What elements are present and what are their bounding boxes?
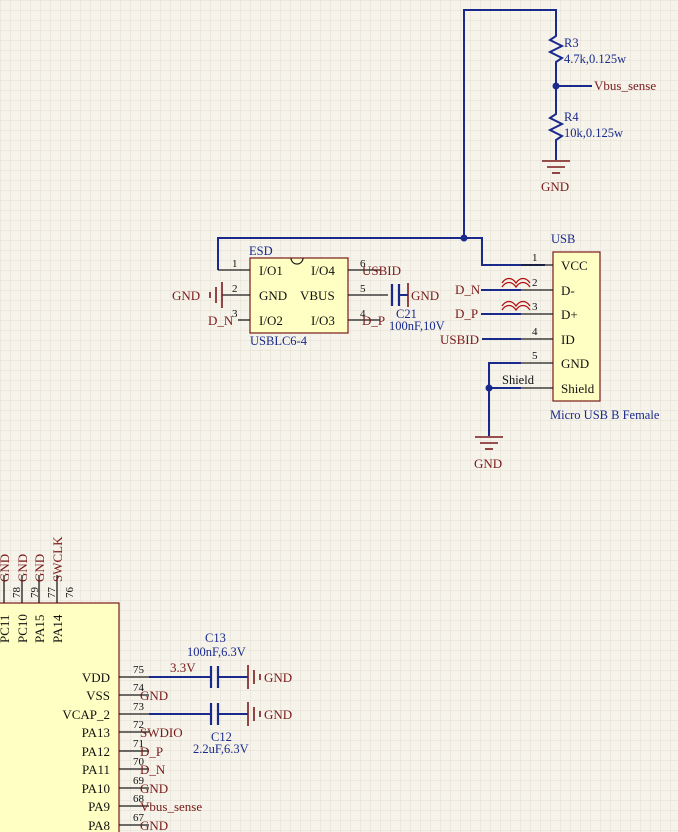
net-label-usbid-usb: USBID bbox=[440, 332, 479, 347]
mcu-top-net-label: GND bbox=[0, 554, 12, 582]
mcu-top-net-label: GND bbox=[32, 554, 47, 582]
mcu-top-net-label: GND bbox=[15, 554, 30, 582]
gnd-label-r4: GND bbox=[541, 179, 569, 194]
junction-dot bbox=[485, 384, 493, 392]
mcu-top-pin-name: PC11 bbox=[0, 615, 12, 643]
mcu-top-pin-num: 78 bbox=[11, 587, 23, 599]
mcu-pin-name: VSS bbox=[86, 688, 110, 703]
net-label-d-n-usb: D_N bbox=[455, 282, 481, 297]
mcu-top-net-label: SWCLK bbox=[50, 536, 65, 582]
usb-pin-num: 5 bbox=[532, 350, 538, 362]
c13-designator: C13 bbox=[205, 631, 226, 645]
gnd-label-c12: GND bbox=[264, 707, 292, 722]
gnd-label-usb: GND bbox=[474, 456, 502, 471]
gnd-label-c13: GND bbox=[264, 670, 292, 685]
usb-pin-num: 4 bbox=[532, 326, 538, 338]
mcu-top-pin-name: PA15 bbox=[32, 615, 47, 643]
mcu-pin-name: PA13 bbox=[82, 725, 110, 740]
usb-pin-name: Shield bbox=[561, 381, 595, 396]
junction-dot bbox=[460, 234, 468, 242]
esd-pin-num: 2 bbox=[232, 283, 238, 295]
mcu-pin-name: PA9 bbox=[88, 799, 110, 814]
net-label-d-p-usb: D_P bbox=[455, 306, 478, 321]
mcu-pin-name: VDD bbox=[82, 670, 110, 685]
mcu-net-label: GND bbox=[140, 818, 168, 832]
esd-part-number: USBLC6-4 bbox=[250, 334, 308, 348]
esd-pin-name: I/O3 bbox=[311, 313, 335, 328]
c13-value: 100nF,6.3V bbox=[187, 645, 246, 659]
usb-pin-name: VCC bbox=[561, 258, 588, 273]
net-label-d-n: D_N bbox=[208, 313, 234, 328]
mcu-top-pin-name: PA14 bbox=[50, 614, 65, 643]
usb-part-number: Micro USB B Female bbox=[550, 408, 660, 422]
r3-value: 4.7k,0.125w bbox=[564, 52, 626, 66]
esd-pin-num: 1 bbox=[232, 258, 238, 270]
mcu-pin-name: PA12 bbox=[82, 744, 110, 759]
c12-value: 2.2uF,6.3V bbox=[193, 742, 249, 756]
mcu-net-label: SWDIO bbox=[140, 725, 183, 740]
net-label-shield: Shield bbox=[502, 373, 535, 387]
esd-pin-name: I/O1 bbox=[259, 263, 283, 278]
schematic-sheet: R3 4.7k,0.125w Vbus_sense R4 10k,0.125w … bbox=[0, 0, 678, 832]
esd-pin-num: 5 bbox=[360, 283, 366, 295]
mcu-pin-name: PA11 bbox=[82, 762, 110, 777]
esd-pin-name: I/O4 bbox=[311, 263, 335, 278]
usb-pin-name: D- bbox=[561, 283, 575, 298]
schematic-canvas[interactable]: R3 4.7k,0.125w Vbus_sense R4 10k,0.125w … bbox=[0, 0, 678, 832]
usb-pin-num: 1 bbox=[532, 252, 538, 264]
mcu-net-label: D_P bbox=[140, 744, 163, 759]
usb-pin-name: D+ bbox=[561, 307, 578, 322]
esd-pin-name: VBUS bbox=[300, 288, 335, 303]
r4-value: 10k,0.125w bbox=[564, 126, 623, 140]
usb-designator: USB bbox=[551, 232, 575, 246]
r3-designator: R3 bbox=[564, 36, 579, 50]
junction-dot bbox=[552, 82, 560, 90]
mcu-pin-name: PA8 bbox=[88, 818, 110, 832]
mcu-pin-name: PA10 bbox=[82, 781, 110, 796]
net-label-usbid: USBID bbox=[362, 263, 401, 278]
mcu-net-label: GND bbox=[140, 781, 168, 796]
gnd-label-esd: GND bbox=[172, 288, 200, 303]
mcu-top-pin-num: 79 bbox=[29, 587, 41, 599]
usb-pin-name: ID bbox=[561, 332, 575, 347]
net-label-3v3: 3.3V bbox=[170, 660, 196, 675]
mcu-pin-name: VCAP_2 bbox=[62, 707, 110, 722]
usb-pin-num: 2 bbox=[532, 277, 538, 289]
esd-pin-name: I/O2 bbox=[259, 313, 283, 328]
c21-value: 100nF,10V bbox=[389, 319, 445, 333]
usb-pin-name: GND bbox=[561, 356, 589, 371]
net-label-vbus-sense: Vbus_sense bbox=[594, 78, 656, 93]
mcu-top-pin-name: PC10 bbox=[15, 614, 30, 643]
esd-pin-name: GND bbox=[259, 288, 287, 303]
mcu-top-pin-num: 76 bbox=[64, 587, 76, 599]
gnd-label-c21: GND bbox=[411, 288, 439, 303]
mcu-net-label: GND bbox=[140, 688, 168, 703]
r4-designator: R4 bbox=[564, 110, 579, 124]
net-label-d-p: D_P bbox=[362, 313, 385, 328]
usb-pin-num: 3 bbox=[532, 301, 538, 313]
mcu-net-label: D_N bbox=[140, 762, 166, 777]
mcu-net-label: Vbus_sense bbox=[140, 799, 202, 814]
mcu-top-pin-num: 77 bbox=[46, 587, 58, 599]
mcu-pin-num: 75 bbox=[133, 664, 145, 676]
esd-designator: ESD bbox=[249, 244, 273, 258]
